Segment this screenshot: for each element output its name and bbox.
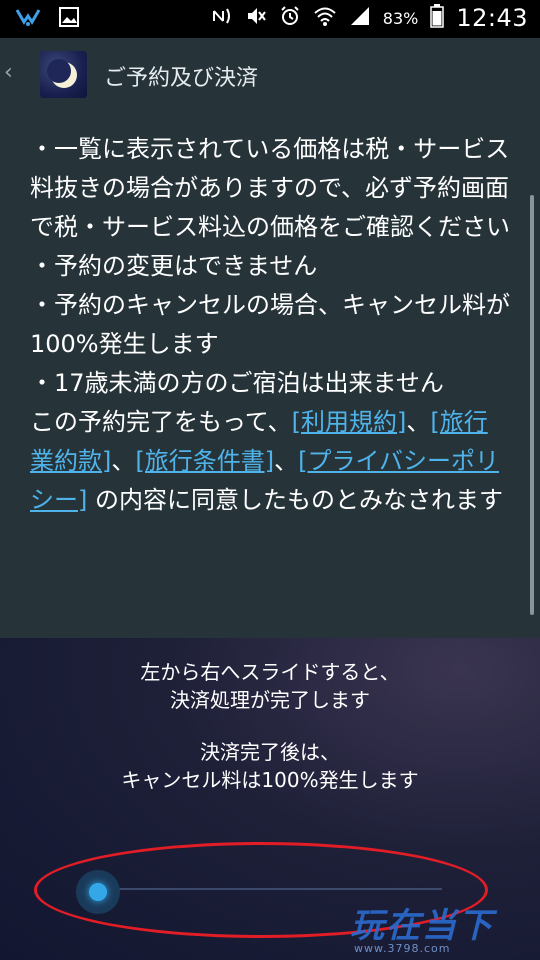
slide-instruction-line1: 左から右へスライドすると、 <box>140 660 400 684</box>
back-button[interactable]: ‹ <box>4 60 13 85</box>
separator: 、 <box>406 408 431 436</box>
page-title: ご予約及び決済 <box>104 66 259 91</box>
app-icon[interactable] <box>40 51 87 98</box>
image-icon <box>58 6 80 32</box>
screen: 83% 12:43 ‹ ご予約及び決済 ・一覧に表示されている価格は税・サービス… <box>0 0 540 960</box>
cancel-notice-line1: 決済完了後は、 <box>200 740 340 764</box>
status-bar: 83% 12:43 <box>0 0 540 38</box>
alarm-icon <box>279 5 301 31</box>
agreement-text: この予約完了をもって、[利用規約]、[旅行業約款]、[旅行条件書]、[プライバシ… <box>30 403 510 520</box>
notice-cancel-fee: ・予約のキャンセルの場合、キャンセル料が100%発生します <box>30 291 510 358</box>
watermark-url: www.3798.com <box>354 942 451 955</box>
moon-icon <box>47 59 77 88</box>
clock: 12:43 <box>456 4 528 32</box>
separator: 、 <box>111 447 136 475</box>
separator: 、 <box>274 447 299 475</box>
agreement-prefix: この予約完了をもって、 <box>30 408 292 436</box>
cancel-notice-line2: キャンセル料は100%発生します <box>121 768 419 792</box>
battery-icon <box>430 4 445 32</box>
watermark-text: 玩在当下 <box>350 906 494 946</box>
nfc-icon <box>211 5 233 31</box>
scrollbar[interactable] <box>530 195 534 615</box>
notice-age-limit: ・17歳未満の方のご宿泊は出来ません <box>30 369 444 397</box>
notice-content: ・一覧に表示されている価格は税・サービス料抜きの場合がありますので、必ず予約画面… <box>30 130 510 520</box>
terms-of-use-link[interactable]: [利用規約] <box>292 408 407 436</box>
battery-percent: 83% <box>382 8 419 28</box>
wifi-icon <box>313 5 337 31</box>
travel-conditions-link[interactable]: [旅行条件書] <box>135 447 274 475</box>
notice-price: ・一覧に表示されている価格は税・サービス料抜きの場合がありますので、必ず予約画面… <box>30 135 510 241</box>
slide-instruction-line2: 決済処理が完了します <box>170 688 370 712</box>
slide-to-pay-panel: 左から右へスライドすると、 決済処理が完了します 決済完了後は、 キャンセル料は… <box>0 638 540 960</box>
agreement-suffix: の内容に同意したものとみなされます <box>87 486 504 514</box>
status-right: 83% 12:43 <box>211 4 528 32</box>
status-left <box>14 6 80 32</box>
mute-icon <box>245 5 267 31</box>
app-notification-icon <box>14 6 42 32</box>
action-bar: ‹ ご予約及び決済 <box>0 38 540 110</box>
signal-icon <box>349 5 371 31</box>
notice-no-change: ・予約の変更はできません <box>30 252 318 280</box>
